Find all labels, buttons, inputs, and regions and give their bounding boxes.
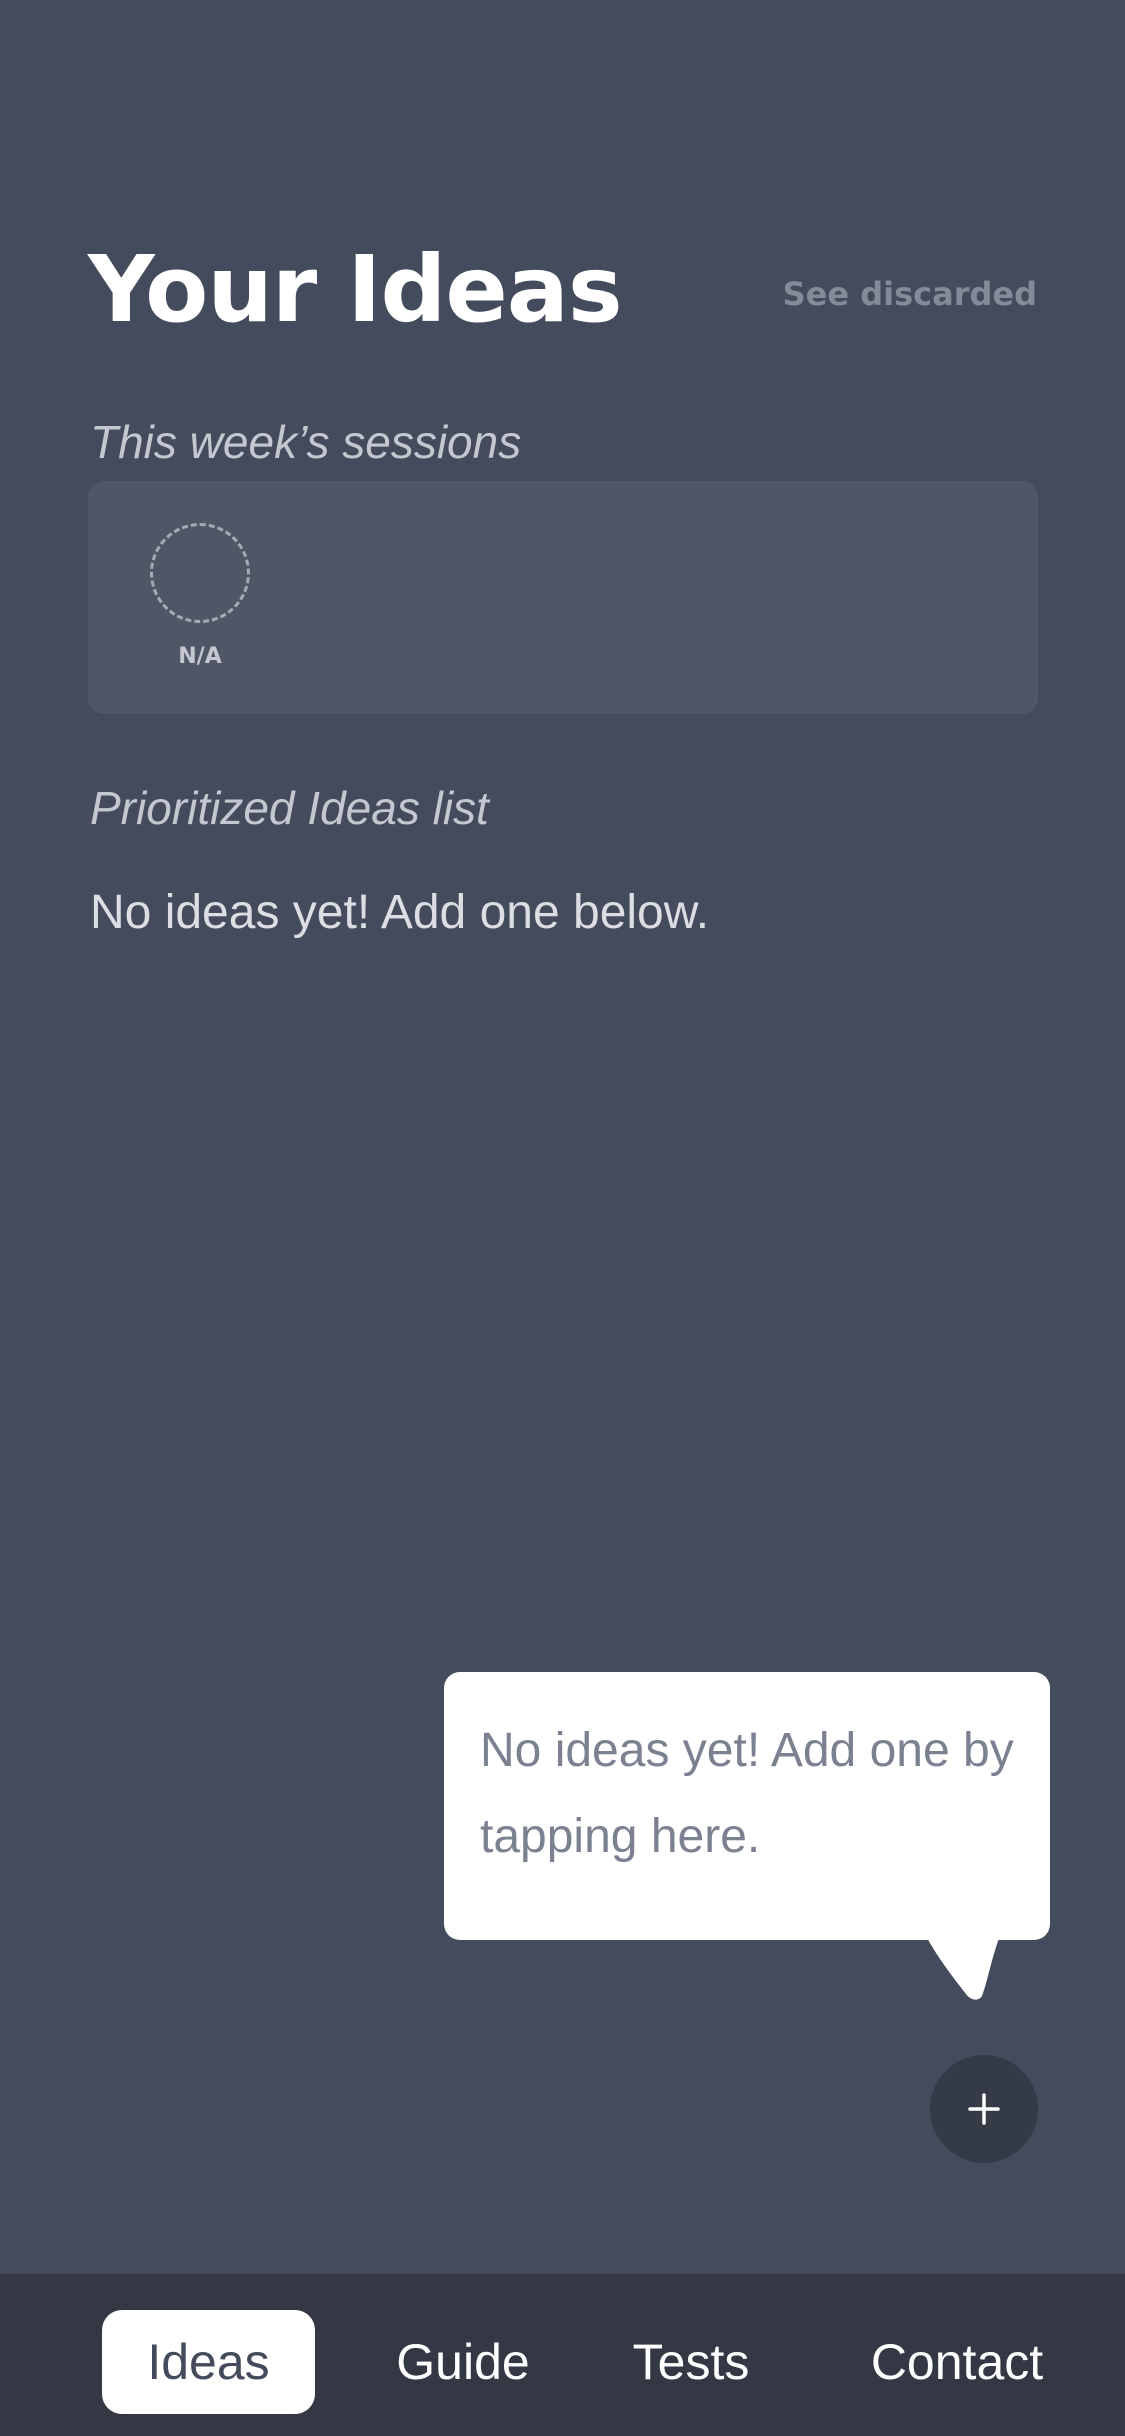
session-slot: N/A (148, 523, 252, 671)
session-ring-icon (150, 523, 250, 623)
see-discarded-button[interactable]: See discarded (783, 272, 1037, 316)
empty-ideas-message: No ideas yet! Add one below. (90, 886, 710, 939)
add-idea-button[interactable] (930, 2055, 1038, 2163)
tab-ideas[interactable]: Ideas (102, 2310, 315, 2414)
tooltip-text: No ideas yet! Add one by tapping here. (480, 1724, 1014, 1863)
sessions-card: N/A (88, 481, 1038, 714)
plus-icon (968, 2093, 1000, 2125)
sessions-heading: This week’s sessions (90, 416, 522, 468)
bottom-tab-bar: Ideas Guide Tests Contact (0, 2274, 1125, 2436)
add-idea-tooltip[interactable]: No ideas yet! Add one by tapping here. (444, 1672, 1050, 1940)
session-label: N/A (178, 644, 222, 669)
page-title: Your Ideas (88, 236, 623, 343)
tab-contact[interactable]: Contact (852, 2310, 1062, 2414)
ideas-list-heading: Prioritized Ideas list (90, 782, 489, 834)
tab-guide[interactable]: Guide (378, 2310, 548, 2414)
tooltip-tail (926, 1936, 1000, 2000)
tab-tests[interactable]: Tests (610, 2310, 772, 2414)
